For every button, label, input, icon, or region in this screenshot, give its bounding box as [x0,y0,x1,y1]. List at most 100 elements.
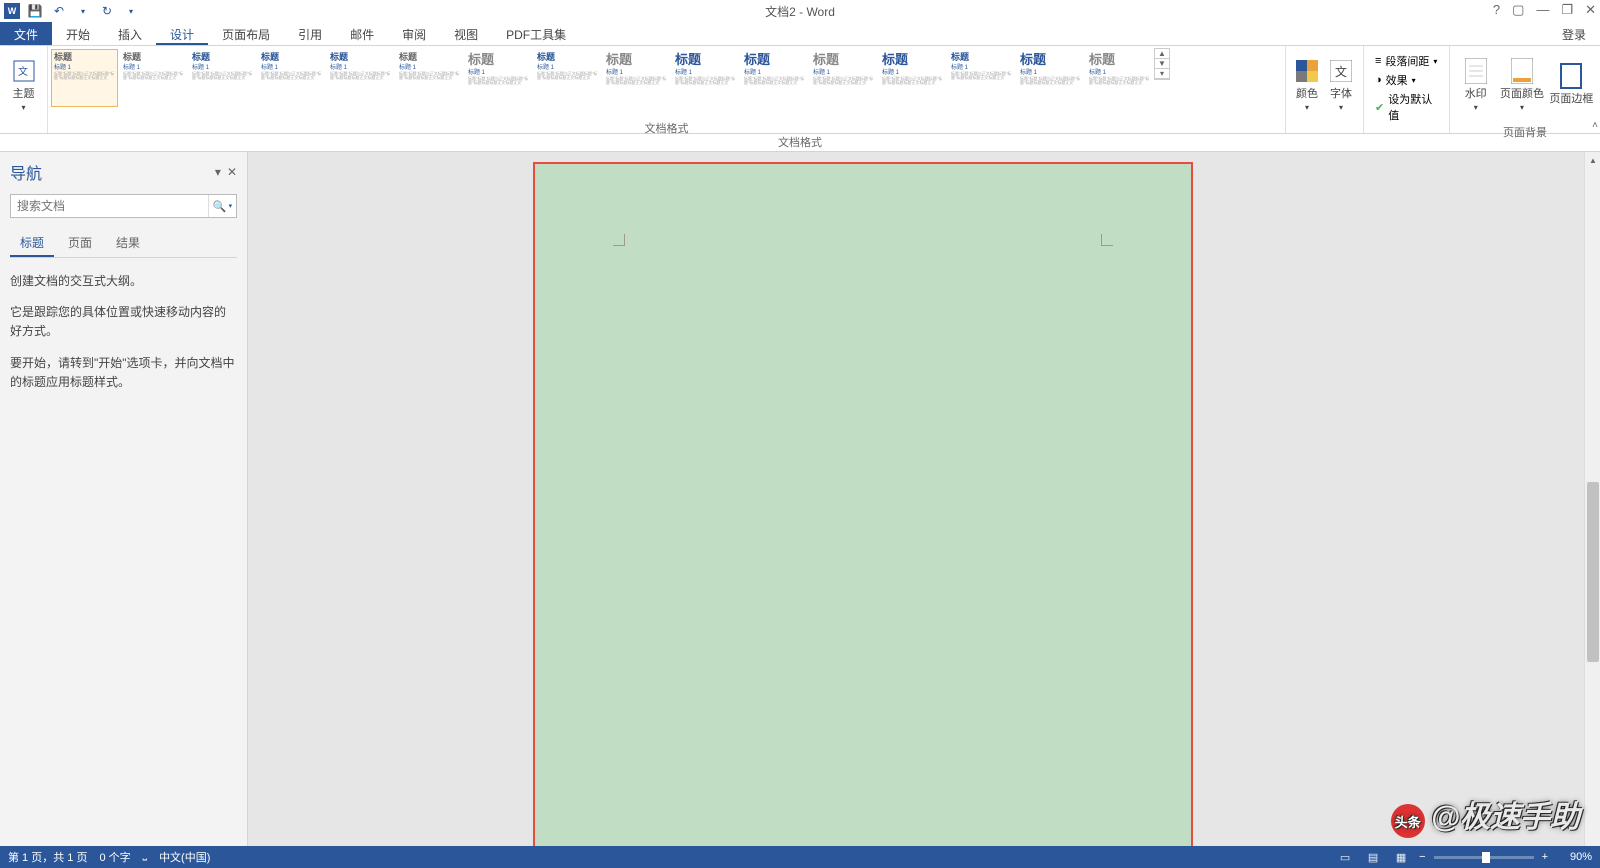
tab-view[interactable]: 视图 [440,22,492,45]
themes-button[interactable]: 文 主题 ▾ [4,50,43,120]
word-count[interactable]: 0 个字 [99,849,130,865]
scroll-thumb[interactable] [1587,482,1599,662]
zoom-out-icon[interactable]: − [1419,851,1425,863]
tab-review[interactable]: 审阅 [388,22,440,45]
style-gallery-item[interactable]: 标题标题 1标题"标题"标题与正文标题标题"标题"标题标题标题正文标题正文 [879,49,946,107]
fonts-button[interactable]: 文 字体▾ [1324,50,1358,120]
page-color-button[interactable]: 页面颜色▾ [1497,50,1546,120]
style-gallery[interactable]: 标题标题 1标题"标题"标题与正文标题标题"标题"标题标题标题正文标题正文标题标… [50,48,1154,118]
style-gallery-item[interactable]: 标题标题 1标题"标题"标题与正文标题标题"标题"标题标题标题正文标题正文 [603,49,670,107]
gallery-more-icon[interactable]: ▾ [1155,69,1169,79]
collapse-ribbon-icon[interactable]: ˄ [1592,120,1598,131]
colors-label: 颜色 [1296,85,1318,101]
style-gallery-item[interactable]: 标题标题 1标题"标题"标题与正文标题标题"标题"标题标题标题正文标题正文 [396,49,463,107]
nav-msg-3: 要开始，请转到"开始"选项卡，并向文档中的标题应用标题样式。 [10,354,237,392]
page-bg-group-label: 页面背景 [1450,124,1600,142]
check-icon: ✔ [1375,101,1384,114]
document-area[interactable]: ▲ ▼ [248,152,1600,866]
zoom-value[interactable]: 90% [1556,851,1592,863]
language[interactable]: 中文(中国) [159,849,210,865]
nav-tab-results[interactable]: 结果 [106,230,150,257]
qat-customize-icon[interactable]: ▾ [122,2,140,20]
tab-pdf[interactable]: PDF工具集 [492,22,580,45]
effects-button[interactable]: ◑效果▾ [1374,71,1439,89]
print-layout-icon[interactable]: ▤ [1363,849,1383,865]
tab-home[interactable]: 开始 [52,22,104,45]
style-gallery-item[interactable]: 标题标题 1标题"标题"标题与正文标题标题"标题"标题标题标题正文标题正文 [327,49,394,107]
close-icon[interactable]: ✕ [1585,2,1596,18]
login-link[interactable]: 登录 [1558,22,1590,47]
chevron-down-icon: ▾ [21,103,25,112]
tab-layout[interactable]: 页面布局 [208,22,284,45]
lang-icon[interactable]: ⎵ [143,849,147,865]
colors-button[interactable]: 颜色▾ [1290,50,1324,120]
page-count[interactable]: 第 1 页，共 1 页 [8,849,87,865]
zoom-slider[interactable] [1434,856,1534,859]
vertical-scrollbar[interactable]: ▲ ▼ [1584,152,1600,866]
watermark-button[interactable]: 水印▾ [1454,50,1497,120]
save-icon[interactable]: 💾 [26,2,44,20]
page-color-icon [1510,59,1534,83]
fonts-label: 字体 [1330,85,1352,101]
style-gallery-item[interactable]: 标题标题 1标题"标题"标题与正文标题标题"标题"标题标题标题正文标题正文 [810,49,877,107]
style-gallery-item[interactable]: 标题标题 1标题"标题"标题与正文标题标题"标题"标题标题标题正文标题正文 [1086,49,1153,107]
redo-icon[interactable]: ↻ [98,2,116,20]
search-input[interactable] [11,195,208,217]
themes-label: 主题 [13,85,35,101]
page-border-button[interactable]: 页面边框 [1547,50,1596,120]
web-layout-icon[interactable]: ▦ [1391,849,1411,865]
fonts-icon: 文 [1329,59,1353,83]
gallery-up-icon[interactable]: ▲ [1155,49,1169,59]
gallery-down-icon[interactable]: ▼ [1155,59,1169,69]
document-title: 文档2 - Word [765,3,835,20]
main-area: 导航 ▾ ✕ 🔍▾ 标题 页面 结果 创建文档的交互式大纲。 它是跟踪您的具体位… [0,152,1600,866]
style-gallery-item[interactable]: 标题标题 1标题"标题"标题与正文标题标题"标题"标题标题标题正文标题正文 [672,49,739,107]
tab-insert[interactable]: 插入 [104,22,156,45]
style-gallery-item[interactable]: 标题标题 1标题"标题"标题与正文标题标题"标题"标题标题标题正文标题正文 [51,49,118,107]
zoom-in-icon[interactable]: + [1542,851,1548,863]
style-gallery-item[interactable]: 标题标题 1标题"标题"标题与正文标题标题"标题"标题标题标题正文标题正文 [465,49,532,107]
search-icon[interactable]: 🔍▾ [208,195,236,217]
ribbon-options-icon[interactable]: ▢ [1512,2,1524,18]
tab-design[interactable]: 设计 [156,22,208,45]
ribbon: 文 主题 ▾ 标题标题 1标题"标题"标题与正文标题标题"标题"标题标题标题正文… [0,46,1600,134]
tab-mailings[interactable]: 邮件 [336,22,388,45]
spacing-icon: ≡ [1375,55,1381,67]
nav-msg-2: 它是跟踪您的具体位置或快速移动内容的好方式。 [10,303,237,341]
nav-tabs: 标题 页面 结果 [10,230,237,258]
svg-text:文: 文 [1335,64,1347,79]
nav-dropdown-icon[interactable]: ▾ [215,165,221,179]
quick-access-toolbar: W 💾 ↶ ▾ ↻ ▾ [0,2,140,20]
nav-close-icon[interactable]: ✕ [227,165,237,179]
style-gallery-item[interactable]: 标题标题 1标题"标题"标题与正文标题标题"标题"标题标题标题正文标题正文 [948,49,1015,107]
nav-tab-headings[interactable]: 标题 [10,230,54,257]
tab-file[interactable]: 文件 [0,22,52,45]
style-gallery-item[interactable]: 标题标题 1标题"标题"标题与正文标题标题"标题"标题标题标题正文标题正文 [189,49,256,107]
document-page[interactable] [533,162,1193,852]
nav-tab-pages[interactable]: 页面 [58,230,102,257]
title-bar: W 💾 ↶ ▾ ↻ ▾ 文档2 - Word ? ▢ — ❐ ✕ [0,0,1600,22]
margin-marker-tl [613,234,625,246]
scroll-up-icon[interactable]: ▲ [1585,152,1600,168]
paragraph-spacing-button[interactable]: ≡段落间距▾ [1374,52,1439,70]
zoom-knob[interactable] [1482,852,1490,863]
tab-references[interactable]: 引用 [284,22,336,45]
set-default-button[interactable]: ✔设为默认值 [1374,90,1439,124]
style-gallery-item[interactable]: 标题标题 1标题"标题"标题与正文标题标题"标题"标题标题标题正文标题正文 [120,49,187,107]
undo-icon[interactable]: ↶ [50,2,68,20]
style-gallery-item[interactable]: 标题标题 1标题"标题"标题与正文标题标题"标题"标题标题标题正文标题正文 [741,49,808,107]
restore-icon[interactable]: ❐ [1561,2,1573,18]
help-icon[interactable]: ? [1493,2,1500,18]
status-bar: 第 1 页，共 1 页 0 个字 ⎵ 中文(中国) ▭ ▤ ▦ − + 90% [0,846,1600,868]
read-mode-icon[interactable]: ▭ [1335,849,1355,865]
nav-search: 🔍▾ [10,194,237,218]
effects-icon: ◑ [1375,74,1382,86]
margin-marker-tr [1101,234,1113,246]
style-gallery-item[interactable]: 标题标题 1标题"标题"标题与正文标题标题"标题"标题标题标题正文标题正文 [534,49,601,107]
undo-more-icon[interactable]: ▾ [74,2,92,20]
minimize-icon[interactable]: — [1536,2,1549,18]
svg-text:文: 文 [18,65,28,78]
style-gallery-item[interactable]: 标题标题 1标题"标题"标题与正文标题标题"标题"标题标题标题正文标题正文 [1017,49,1084,107]
nav-title: 导航 [10,160,42,184]
style-gallery-item[interactable]: 标题标题 1标题"标题"标题与正文标题标题"标题"标题标题标题正文标题正文 [258,49,325,107]
